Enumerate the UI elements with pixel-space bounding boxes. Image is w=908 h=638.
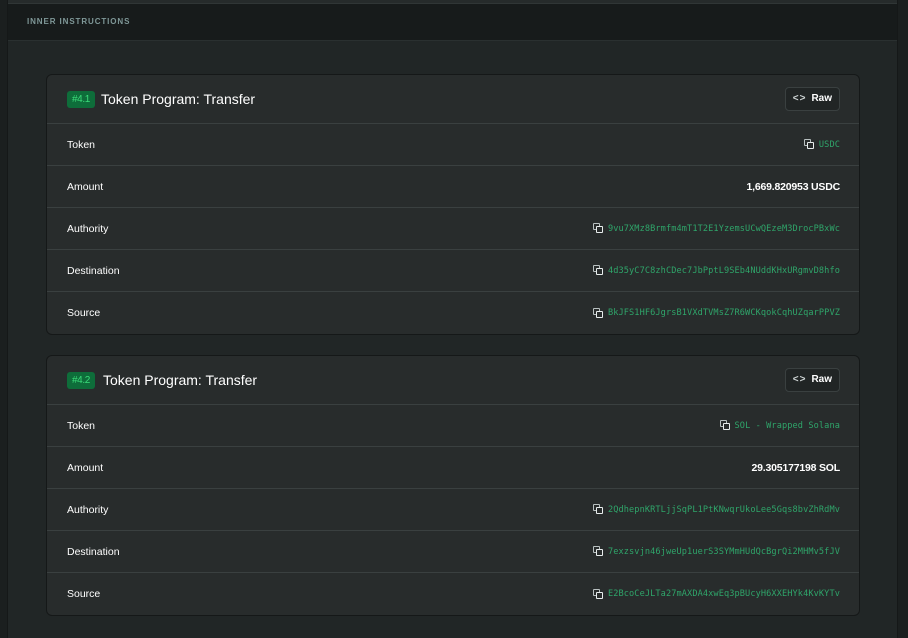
row-source: Source E2BcoCeJLTa27mAXDA4xwEq3pBUcyH6XX…	[47, 573, 859, 615]
copy-icon[interactable]	[592, 265, 604, 276]
authority-address-link[interactable]: 2QdhepnKRTLjjSqPL1PtKNwqrUkoLee5Gqs8bvZh…	[608, 505, 840, 515]
row-destination: Destination 7exzsvjn46jweUp1uerS3SYMmHUd…	[47, 531, 859, 573]
destination-address-link[interactable]: 7exzsvjn46jweUp1uerS3SYMmHUdQcBgrQi2MHMv…	[608, 547, 840, 557]
card-header: #4.2 Token Program: Transfer <> Raw	[47, 356, 859, 405]
authority-address-link[interactable]: 9vu7XMz8Brmfm4mT1T2E1YzemsUCwQEzeM3DrocP…	[608, 224, 840, 234]
row-label: Destination	[67, 545, 120, 558]
raw-button[interactable]: <> Raw	[784, 87, 840, 111]
raw-button-label: Raw	[811, 93, 832, 104]
instruction-index-badge: #4.2	[67, 372, 95, 389]
section-title: INNER INSTRUCTIONS	[27, 17, 131, 26]
row-authority: Authority 9vu7XMz8Brmfm4mT1T2E1YzemsUCwQ…	[47, 208, 859, 250]
copy-icon[interactable]	[719, 420, 731, 431]
row-source: Source BkJFS1HF6JgrsB1VXdTVMsZ7R6WCKqokC…	[47, 292, 859, 334]
copy-icon[interactable]	[803, 139, 815, 150]
row-destination: Destination 4d35yC7C8zhCDec7JbPptL9SEb4N…	[47, 250, 859, 292]
row-label: Authority	[67, 222, 109, 235]
row-value: E2BcoCeJLTa27mAXDA4xwEq3pBUcyH6XXEHYk4Kv…	[592, 588, 840, 600]
instruction-title: Token Program: Transfer	[103, 372, 258, 388]
source-address-link[interactable]: E2BcoCeJLTa27mAXDA4xwEq3pBUcyH6XXEHYk4Kv…	[608, 589, 840, 599]
code-icon: <>	[792, 93, 807, 104]
copy-icon[interactable]	[592, 307, 604, 319]
copy-icon[interactable]	[592, 504, 604, 515]
card-header: #4.1 Token Program: Transfer <> Raw	[47, 75, 859, 124]
row-amount: Amount 29.305177198 SOL	[47, 447, 859, 489]
token-link[interactable]: SOL - Wrapped Solana	[735, 421, 840, 431]
row-token: Token SOL - Wrapped Solana	[47, 405, 859, 447]
instruction-title: Token Program: Transfer	[101, 91, 256, 107]
row-value: 7exzsvjn46jweUp1uerS3SYMmHUdQcBgrQi2MHMv…	[592, 546, 840, 557]
section-header: INNER INSTRUCTIONS	[8, 4, 897, 41]
destination-address-link[interactable]: 4d35yC7C8zhCDec7JbPptL9SEb4NUddKHxURgmvD…	[608, 266, 840, 276]
copy-icon[interactable]	[592, 223, 604, 234]
amount-value: 1,669.820953 USDC	[746, 180, 841, 193]
inner-instructions-panel: INNER INSTRUCTIONS #4.1 Token Program: T…	[7, 0, 898, 638]
row-value: USDC	[803, 139, 840, 150]
row-value: 2QdhepnKRTLjjSqPL1PtKNwqrUkoLee5Gqs8bvZh…	[592, 504, 840, 515]
row-label: Source	[67, 307, 101, 319]
row-label: Destination	[67, 264, 120, 277]
instruction-card-4-1: #4.1 Token Program: Transfer <> Raw Toke…	[46, 74, 860, 335]
row-label: Amount	[67, 180, 104, 193]
row-value: BkJFS1HF6JgrsB1VXdTVMsZ7R6WCKqokCqhUZqar…	[592, 307, 840, 319]
row-amount: Amount 1,669.820953 USDC	[47, 166, 859, 208]
token-link[interactable]: USDC	[819, 140, 840, 150]
row-value: SOL - Wrapped Solana	[719, 420, 840, 431]
row-authority: Authority 2QdhepnKRTLjjSqPL1PtKNwqrUkoLe…	[47, 489, 859, 531]
raw-button-label: Raw	[811, 374, 832, 385]
copy-icon[interactable]	[592, 588, 604, 600]
instruction-index-badge: #4.1	[67, 91, 95, 108]
code-icon: <>	[792, 374, 807, 385]
instruction-card-4-2: #4.2 Token Program: Transfer <> Raw Toke…	[46, 355, 860, 616]
row-value: 9vu7XMz8Brmfm4mT1T2E1YzemsUCwQEzeM3DrocP…	[592, 223, 840, 234]
row-label: Source	[67, 588, 101, 600]
row-label: Token	[67, 138, 96, 151]
row-label: Authority	[67, 503, 109, 516]
amount-value: 29.305177198 SOL	[751, 461, 841, 474]
raw-button[interactable]: <> Raw	[784, 368, 840, 392]
source-address-link[interactable]: BkJFS1HF6JgrsB1VXdTVMsZ7R6WCKqokCqhUZqar…	[608, 308, 840, 318]
row-token: Token USDC	[47, 124, 859, 166]
row-label: Amount	[67, 461, 104, 474]
row-value: 4d35yC7C8zhCDec7JbPptL9SEb4NUddKHxURgmvD…	[592, 265, 840, 276]
copy-icon[interactable]	[592, 546, 604, 557]
row-label: Token	[67, 419, 96, 432]
